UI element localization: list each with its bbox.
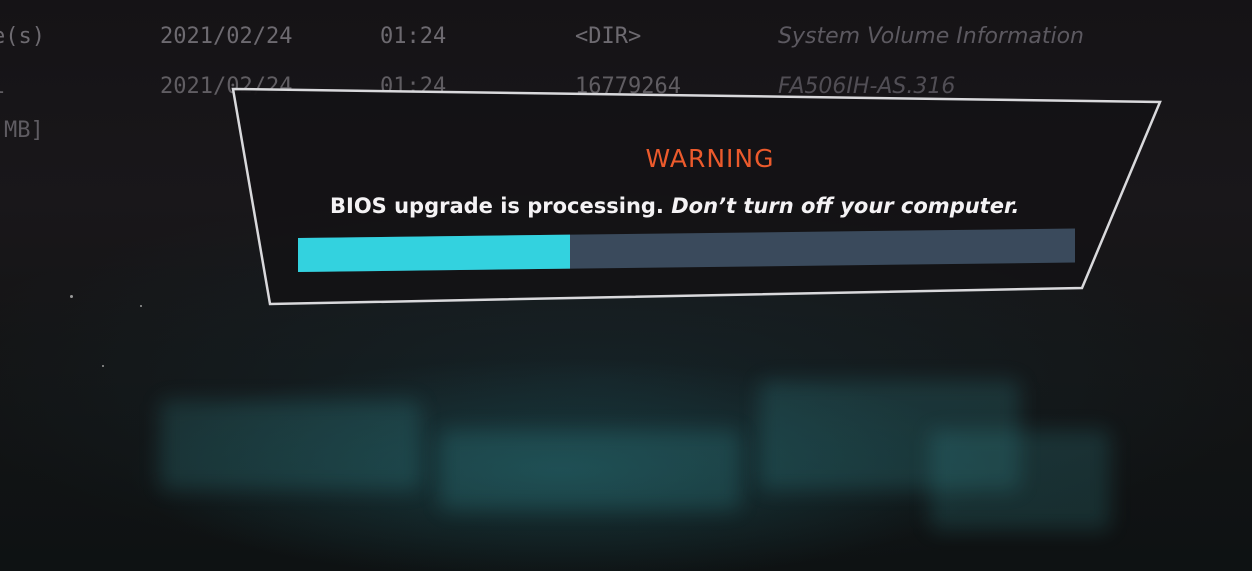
upgrade-progress-fill [298, 234, 570, 272]
upgrade-progress-bar [298, 228, 1075, 272]
dialog-content: WARNING BIOS upgrade is processing. Don’… [270, 120, 1150, 290]
file-name-cell: FA506IH-AS.316 [778, 74, 956, 99]
screen-dust [140, 305, 142, 307]
warning-message-caution: Don’t turn off your computer. [671, 194, 1020, 218]
warning-message-main: BIOS upgrade is processing. [330, 194, 664, 218]
file-date-cell: 2021/02/24 [160, 24, 293, 49]
bios-screen: e(s) 2021/02/24 01:24 <DIR> System Volum… [0, 0, 1252, 571]
warning-title: WARNING [645, 144, 775, 173]
file-time-cell: 01:24 [380, 24, 447, 49]
file-name-cell: System Volume Information [778, 24, 1085, 49]
screen-dust [102, 365, 104, 367]
screen-reflection [160, 400, 420, 490]
file-type-cell: 16779264 [575, 74, 681, 99]
file-date-cell: 2021/02/24 [160, 74, 293, 99]
screen-reflection [930, 430, 1110, 530]
drive-size-label: MB] [4, 118, 44, 143]
warning-message: BIOS upgrade is processing. Don’t turn o… [330, 194, 1019, 218]
file-size-cell: l [0, 74, 5, 99]
file-type-cell: <DIR> [575, 24, 642, 49]
screen-reflection [440, 430, 740, 510]
file-size-cell: e(s) [0, 24, 45, 49]
screen-dust [70, 295, 73, 298]
file-time-cell: 01:24 [380, 74, 447, 99]
